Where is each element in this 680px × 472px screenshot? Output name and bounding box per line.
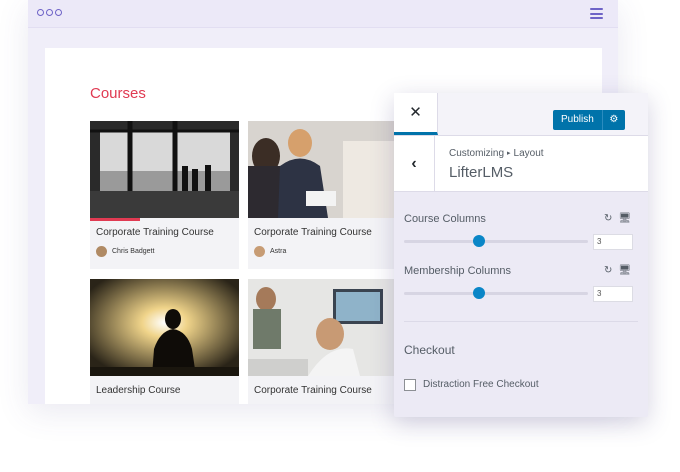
course-card[interactable]: Corporate Training Course [248,279,397,404]
course-card[interactable]: Corporate Training Course Astra [248,121,397,269]
distraction-free-label[interactable]: Distraction Free Checkout [423,379,539,390]
breadcrumb-separator-icon: ▸ [507,150,511,157]
window-controls[interactable] [37,9,62,16]
customizer-panel: ✕ Publish ⚙ ‹ Customizing ▸ Layout LifterL… [394,93,648,417]
reset-icon[interactable]: ↻ [604,265,612,276]
membership-columns-slider-track[interactable] [404,292,588,295]
author-name: Astra [270,248,287,255]
publish-group: Publish ⚙ [553,110,625,130]
checkout-heading: Checkout [404,343,455,357]
course-thumbnail[interactable] [90,121,239,218]
course-columns-label: Course Columns [404,213,486,225]
window-dot-icon [46,9,53,16]
publish-settings-button[interactable]: ⚙ [601,110,625,130]
distraction-free-checkbox[interactable] [404,379,416,391]
browser-titlebar [28,0,618,28]
avatar [254,246,265,257]
course-title[interactable]: Corporate Training Course [254,385,372,396]
course-title[interactable]: Corporate Training Course [96,227,214,238]
page-title: Courses [90,85,146,102]
course-card[interactable]: Leadership Course [90,279,239,404]
course-author: Chris Badgett [96,246,154,257]
close-button[interactable]: ✕ [394,93,438,135]
membership-columns-label: Membership Columns [404,265,511,277]
close-icon: ✕ [409,104,422,121]
customizer-header: ✕ Publish ⚙ [394,93,648,136]
membership-columns-slider-handle[interactable] [473,287,485,299]
section-header: ‹ Customizing ▸ Layout LifterLMS [394,136,648,192]
course-thumbnail[interactable] [248,121,397,218]
publish-button[interactable]: Publish [553,110,602,130]
course-thumbnail[interactable] [90,279,239,376]
course-columns-actions: ↻ 🖥 [604,213,631,224]
course-title[interactable]: Corporate Training Course [254,227,372,238]
course-title[interactable]: Leadership Course [96,385,181,396]
desktop-icon[interactable]: 🖥 [618,265,631,276]
breadcrumb: Customizing ▸ Layout [449,148,544,159]
chevron-left-icon: ‹ [411,155,417,172]
membership-columns-actions: ↻ 🖥 [604,265,631,276]
breadcrumb-current: Layout [513,148,544,159]
desktop-icon[interactable]: 🖥 [618,213,631,224]
course-columns-slider-handle[interactable] [473,235,485,247]
section-title: LifterLMS [449,164,514,181]
section-divider [404,321,638,322]
course-progress-bar [90,218,140,221]
membership-columns-input[interactable]: 3 [593,286,633,302]
course-thumbnail[interactable] [248,279,397,376]
course-card[interactable]: Corporate Training Course Chris Badgett [90,121,239,269]
author-name: Chris Badgett [112,248,155,255]
window-dot-icon [55,9,62,16]
gear-icon: ⚙ [609,114,619,125]
hamburger-menu-icon[interactable] [590,8,603,22]
back-button[interactable]: ‹ [394,136,435,191]
reset-icon[interactable]: ↻ [604,213,612,224]
breadcrumb-root: Customizing [449,148,505,159]
course-author: Astra [254,246,286,257]
course-columns-slider-track[interactable] [404,240,588,243]
avatar [96,246,107,257]
window-dot-icon [37,9,44,16]
course-columns-input[interactable]: 3 [593,234,633,250]
